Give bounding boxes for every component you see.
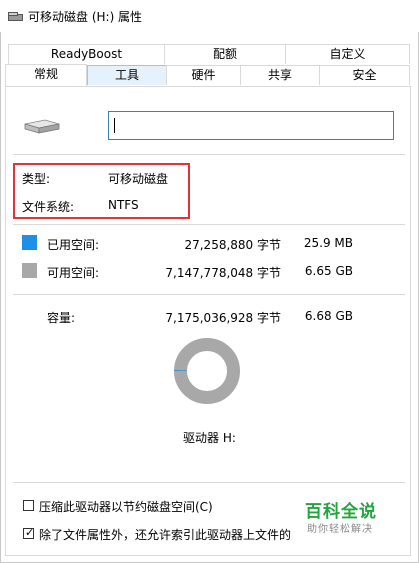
tab-customize[interactable]: 自定义 — [285, 44, 410, 64]
compress-label[interactable]: 压缩此驱动器以节约磁盘空间(C) — [39, 498, 213, 515]
tab-sharing[interactable]: 共享 — [240, 65, 320, 85]
free-space-label: 可用空间: — [47, 266, 100, 280]
compress-checkbox[interactable] — [23, 500, 34, 511]
tab-general[interactable]: 常规 — [5, 64, 87, 86]
watermark-subtitle: 助你轻松解决 — [307, 524, 373, 535]
used-space-bytes: 27,258,880 字节 — [184, 238, 281, 252]
separator — [13, 482, 405, 483]
separator — [13, 154, 405, 155]
used-space-label: 已用空间: — [47, 238, 100, 252]
type-value: 可移动磁盘 — [108, 172, 169, 186]
capacity-size: 6.68 GB — [304, 309, 353, 323]
usage-donut-chart — [174, 338, 240, 404]
separator — [13, 224, 405, 225]
index-checkbox[interactable]: ✓ — [23, 526, 35, 539]
free-space-size: 6.65 GB — [304, 264, 353, 278]
used-space-swatch — [22, 235, 37, 250]
tab-tools[interactable]: 工具 — [87, 65, 167, 85]
tab-hardware[interactable]: 硬件 — [166, 65, 241, 85]
window-title: 可移动磁盘 (H:) 属性 — [28, 10, 143, 24]
text-caret — [114, 118, 115, 133]
separator — [13, 294, 405, 295]
used-space-size: 25.9 MB — [303, 236, 353, 250]
usb-drive-icon — [23, 117, 61, 138]
capacity-label: 容量: — [47, 311, 76, 325]
free-space-ring — [174, 338, 240, 404]
tab-readyboost[interactable]: ReadyBoost — [8, 44, 165, 64]
file-system-value: NTFS — [108, 198, 139, 212]
file-system-label: 文件系统: — [22, 200, 75, 214]
free-space-swatch — [22, 263, 37, 278]
tab-security[interactable]: 安全 — [319, 65, 410, 85]
tab-quota[interactable]: 配额 — [164, 44, 286, 64]
drive-letter-label: 驱动器 H: — [183, 431, 236, 445]
type-label: 类型: — [22, 172, 51, 186]
drive-name-input[interactable] — [108, 111, 394, 140]
free-space-bytes: 7,147,778,048 字节 — [165, 266, 281, 280]
index-label[interactable]: 除了文件属性外，还允许索引此驱动器上文件的 — [39, 526, 291, 543]
check-mark-icon: ✓ — [25, 526, 35, 539]
capacity-bytes: 7,175,036,928 字节 — [165, 311, 281, 325]
watermark-title: 百科全说 — [305, 502, 377, 522]
title-bar: 可移动磁盘 (H:) 属性 — [0, 0, 419, 32]
drive-icon — [8, 11, 23, 25]
